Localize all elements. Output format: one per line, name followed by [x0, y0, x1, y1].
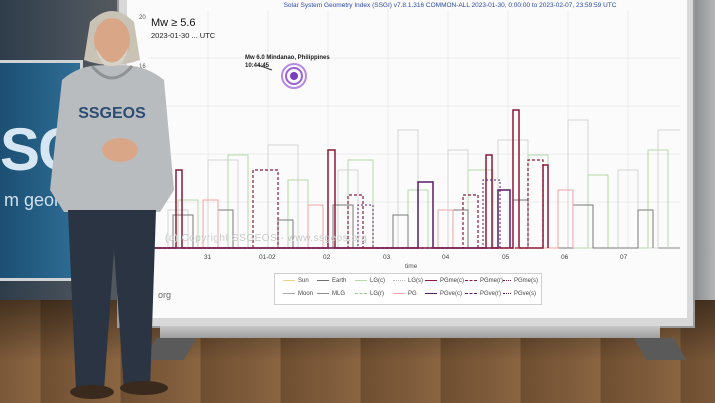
- presenter-shoe-left: [70, 385, 114, 399]
- legend-item-lg-s[interactable]: LG(s): [393, 278, 423, 284]
- chart-title: Solar System Geometry Index (SSGI) v7.8.…: [283, 2, 617, 9]
- legend-item-lg-c[interactable]: LG(c): [355, 278, 385, 284]
- chart-legend: Sun Earth LG(c) LG(s) PGme(c) PGme(r) PG…: [274, 273, 542, 305]
- legend-item-lg-r[interactable]: LG(r): [355, 291, 384, 297]
- legend-item-pgve-r[interactable]: PGve(r): [465, 291, 501, 297]
- legend-item-pgme-r[interactable]: PGme(r): [465, 278, 503, 284]
- earthquake-event-label: Mw 6.0 Mindanao, Philippines: [245, 55, 330, 61]
- legend-item-pgme-s[interactable]: PGme(s): [503, 278, 538, 284]
- presenter-jeans: [68, 210, 156, 390]
- tv-stand: [160, 326, 660, 338]
- x-tick-label: 31: [204, 254, 212, 261]
- copyright-watermark: (c) Copyright SSGEOS - www.ssgeos.org: [165, 233, 368, 244]
- legend-item-mlg[interactable]: MLG: [317, 291, 345, 297]
- x-tick-label: 07: [620, 254, 628, 261]
- legend-item-sun[interactable]: Sun: [283, 278, 309, 284]
- earthquake-event-time: 10:44:45: [245, 63, 270, 69]
- ssgi-plot: [148, 10, 680, 249]
- presenter-figure: SSGEOS: [50, 11, 174, 399]
- hoodie-logo-text: SSGEOS: [78, 105, 146, 122]
- legend-item-moon[interactable]: Moon: [283, 291, 313, 297]
- x-tick-label: 06: [561, 254, 569, 261]
- legend-item-pgve-s[interactable]: PGve(s): [503, 291, 536, 297]
- x-tick-label: 05: [502, 254, 510, 261]
- x-tick-label: 03: [383, 254, 391, 261]
- x-tick-label: 04: [442, 254, 450, 261]
- legend-item-pgme-c[interactable]: PGme(c): [425, 278, 464, 284]
- x-tick-label: 01-02: [259, 254, 276, 261]
- presenter-hoodie: [50, 65, 174, 212]
- presenter-shoe-right: [120, 381, 168, 395]
- legend-item-pg[interactable]: PG: [393, 291, 417, 297]
- legend-item-earth[interactable]: Earth: [317, 278, 346, 284]
- x-axis-label: time: [405, 263, 418, 270]
- legend-item-pgve-c[interactable]: PGve(c): [425, 291, 462, 297]
- presenter-hands: [102, 138, 138, 162]
- x-tick-label: 02: [323, 254, 331, 261]
- studio-right-wall: [693, 0, 715, 300]
